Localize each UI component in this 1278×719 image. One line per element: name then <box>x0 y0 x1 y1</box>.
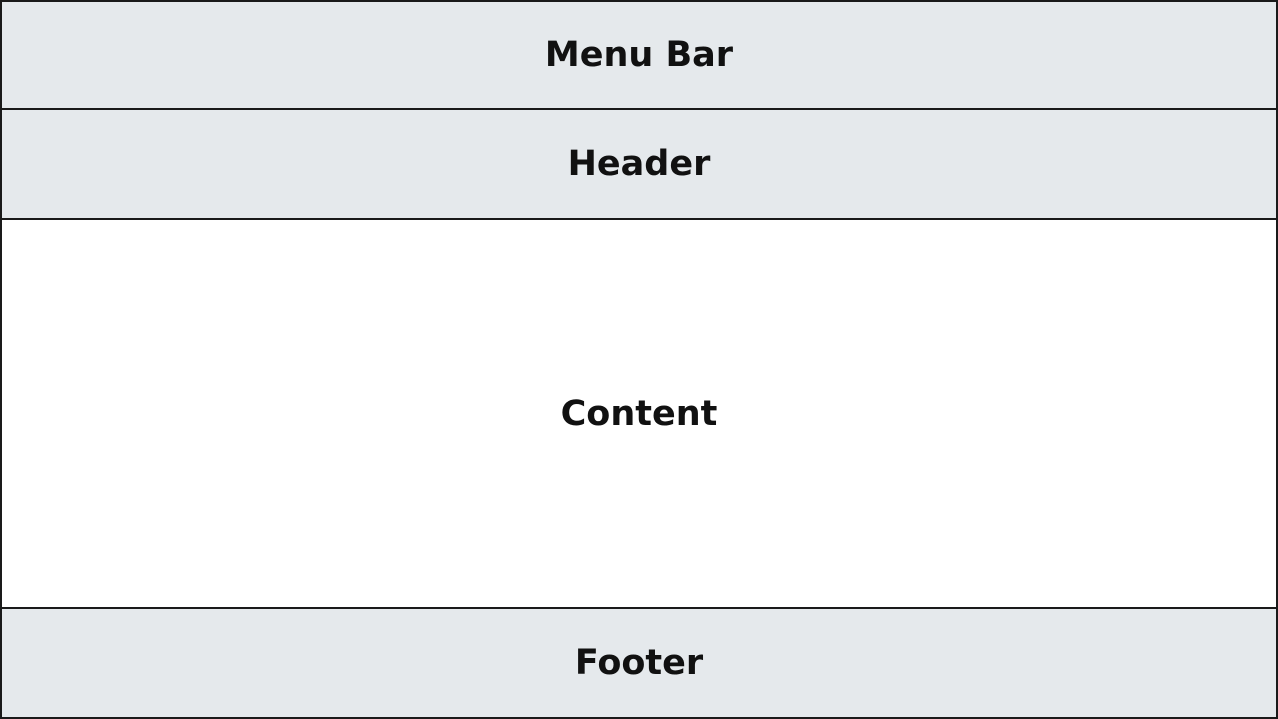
header-label: Header <box>567 144 711 184</box>
menu-bar-label: Menu Bar <box>544 35 734 75</box>
content-region: Content <box>2 220 1276 609</box>
header-region: Header <box>2 110 1276 220</box>
layout-diagram: Menu Bar Header Content Footer <box>0 0 1278 719</box>
footer-region: Footer <box>2 609 1276 717</box>
footer-label: Footer <box>574 643 704 683</box>
content-label: Content <box>560 393 718 434</box>
menu-bar-region: Menu Bar <box>2 2 1276 110</box>
